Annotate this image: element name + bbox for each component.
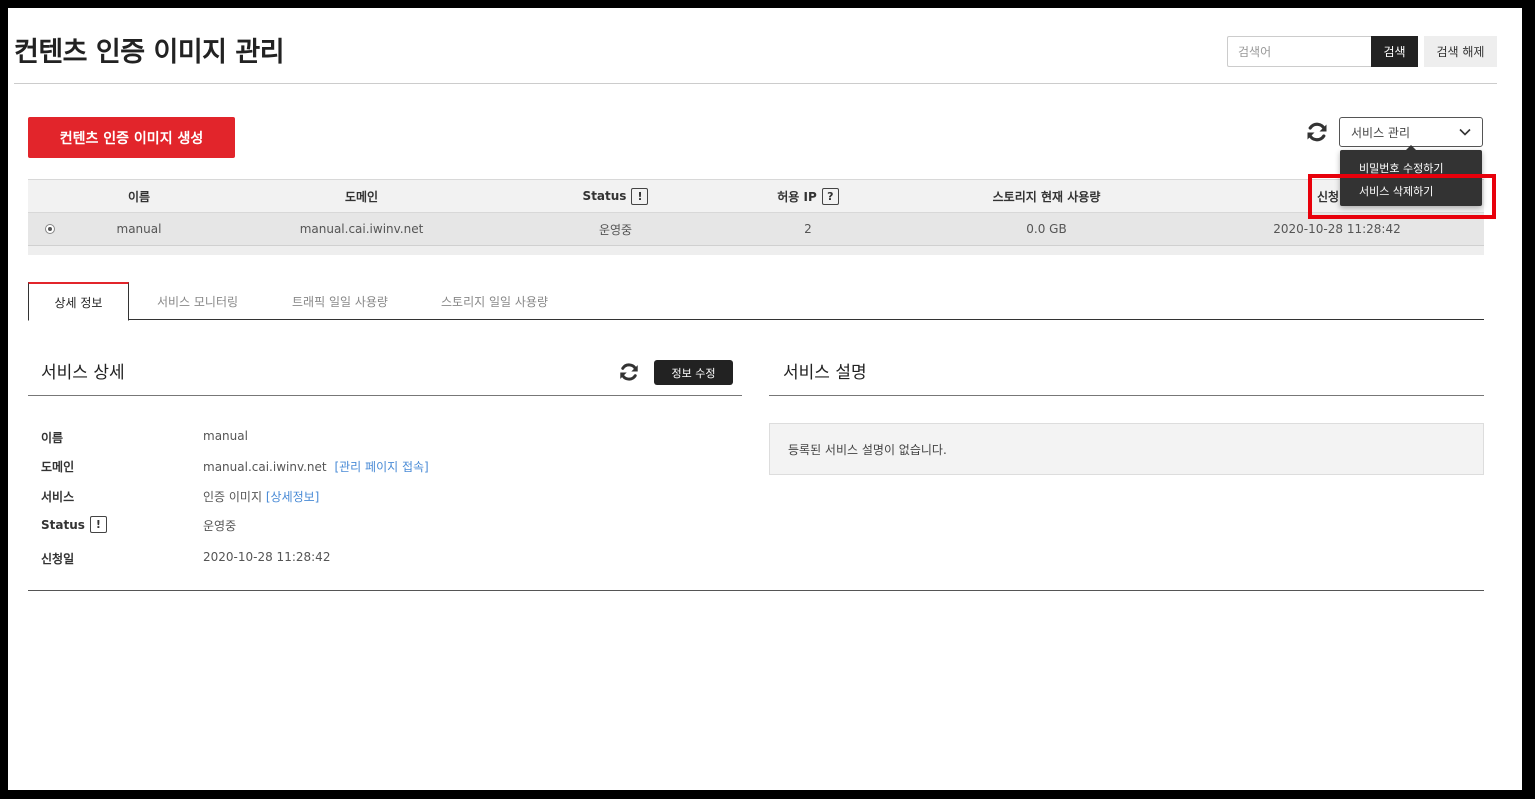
row-name: manual xyxy=(116,222,162,236)
detail-label-domain: 도메인 xyxy=(41,460,75,474)
detail-value-domain: manual.cai.iwinv.net xyxy=(203,460,327,474)
row-storage: 0.0 GB xyxy=(1026,222,1067,236)
edit-info-button[interactable]: 정보 수정 xyxy=(654,360,733,385)
detail-refresh-icon[interactable] xyxy=(618,361,640,383)
detail-value-domain-row: manual.cai.iwinv.net [관리 페이지 접속] xyxy=(203,458,429,475)
search-input[interactable] xyxy=(1227,36,1371,67)
row-select-radio-cell xyxy=(40,213,60,245)
detail-label-applied: 신청일 xyxy=(41,552,75,566)
detail-label-status-row: Status ! xyxy=(41,516,107,533)
refresh-icon[interactable] xyxy=(1305,120,1329,144)
tab-storage-daily[interactable]: 스토리지 일일 사용량 xyxy=(426,282,563,320)
table-footer-bar xyxy=(28,246,1484,255)
create-service-button[interactable]: 컨텐츠 인증 이미지 생성 xyxy=(28,117,235,158)
allowed-ip-help-icon[interactable]: ? xyxy=(821,187,839,205)
row-domain: manual.cai.iwinv.net xyxy=(299,222,424,236)
service-description-divider xyxy=(769,395,1484,396)
content-bottom-divider xyxy=(28,590,1484,591)
service-description-title: 서비스 설명 xyxy=(783,363,867,383)
detail-value-name: manual xyxy=(203,429,248,443)
col-header-status: Status ! xyxy=(518,180,713,212)
detail-value-status: 운영중 xyxy=(203,519,237,533)
detail-label-name: 이름 xyxy=(41,431,64,445)
row-status: 운영중 xyxy=(598,222,633,237)
col-header-allowed-ip-label: 허용 IP xyxy=(777,189,817,204)
search-bar: 검색 검색 해제 xyxy=(1227,36,1497,67)
row-allowed-ip-link[interactable]: 2 xyxy=(718,213,898,245)
detail-tabs: 상세 정보 서비스 모니터링 트래픽 일일 사용량 스토리지 일일 사용량 xyxy=(28,282,1484,321)
service-management-select[interactable]: 서비스 관리 xyxy=(1339,117,1483,147)
menu-item-change-password[interactable]: 비밀번호 수정하기 xyxy=(1340,157,1482,180)
status-help-icon[interactable]: ! xyxy=(631,187,649,205)
col-header-allowed-ip: 허용 IP ? xyxy=(718,180,898,212)
col-header-storage: 스토리지 현재 사용량 xyxy=(992,189,1101,204)
detail-label-status: Status xyxy=(41,517,85,532)
row-select-radio[interactable] xyxy=(45,224,55,234)
detail-value-service-row: 인증 이미지 [상세정보] xyxy=(203,488,319,505)
service-description-text: 등록된 서비스 설명이 없습니다. xyxy=(788,442,947,457)
col-header-domain: 도메인 xyxy=(344,189,379,204)
page-frame: 컨텐츠 인증 이미지 관리 검색 검색 해제 컨텐츠 인증 이미지 생성 서비스… xyxy=(8,8,1522,790)
tab-service-monitoring[interactable]: 서비스 모니터링 xyxy=(140,282,255,320)
menu-item-delete-service[interactable]: 서비스 삭제하기 xyxy=(1340,180,1482,203)
detail-value-applied: 2020-10-28 11:28:42 xyxy=(203,550,331,564)
chevron-down-icon xyxy=(1459,128,1471,136)
detail-label-service: 서비스 xyxy=(41,490,75,504)
table-row[interactable]: manual manual.cai.iwinv.net 운영중 2 0.0 GB… xyxy=(28,213,1484,246)
search-reset-button[interactable]: 검색 해제 xyxy=(1424,36,1497,67)
service-description-box: 등록된 서비스 설명이 없습니다. xyxy=(769,423,1484,475)
col-header-status-label: Status xyxy=(582,189,627,203)
service-management-menu: 비밀번호 수정하기 서비스 삭제하기 xyxy=(1340,145,1482,206)
title-divider xyxy=(14,83,1497,84)
service-detail-title: 서비스 상세 xyxy=(41,363,125,383)
detail-value-service: 인증 이미지 xyxy=(203,490,263,504)
table-header: 이름 도메인 Status ! 허용 IP ? 스토리지 현재 사용량 신청 xyxy=(28,179,1484,213)
page-title: 컨텐츠 인증 이미지 관리 xyxy=(14,37,285,68)
detail-status-help-icon[interactable]: ! xyxy=(89,516,107,533)
col-header-name: 이름 xyxy=(127,189,151,204)
tab-detail-info[interactable]: 상세 정보 xyxy=(28,282,129,321)
service-info-link[interactable]: [상세정보] xyxy=(266,490,320,504)
row-applied-date: 2020-10-28 11:28:42 xyxy=(1273,222,1401,236)
service-management-label: 서비스 관리 xyxy=(1351,125,1411,140)
admin-page-link[interactable]: [관리 페이지 접속] xyxy=(334,460,428,474)
service-detail-divider xyxy=(28,395,742,396)
tab-traffic-daily[interactable]: 트래픽 일일 사용량 xyxy=(278,282,402,320)
search-button[interactable]: 검색 xyxy=(1371,36,1418,67)
